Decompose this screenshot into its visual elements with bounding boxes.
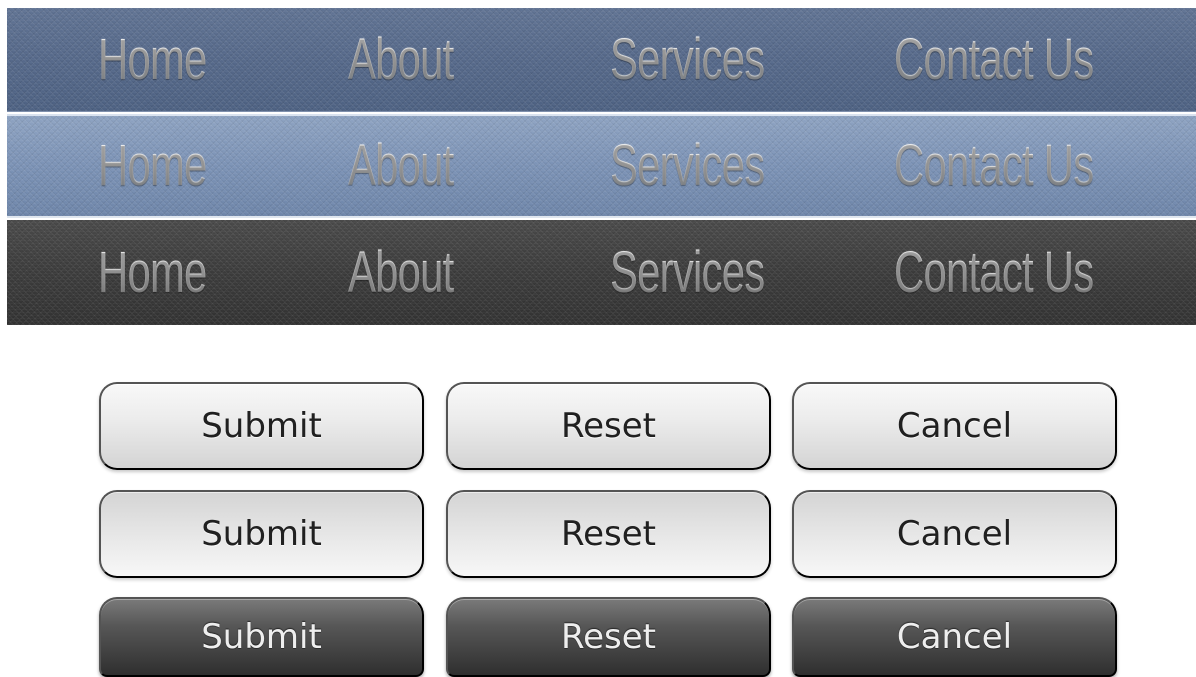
nav-item-home[interactable]: Home	[98, 137, 207, 195]
navbar-steel-blue: Home About Services Contact Us	[7, 8, 1196, 112]
submit-button[interactable]: Submit	[99, 382, 424, 470]
nav-item-services[interactable]: Services	[610, 30, 765, 89]
submit-button[interactable]: Submit	[99, 490, 424, 578]
nav-item-services[interactable]: Services	[610, 243, 765, 302]
navbar-charcoal: Home About Services Contact Us	[7, 220, 1196, 325]
reset-button[interactable]: Reset	[446, 490, 771, 578]
nav-item-about[interactable]: About	[348, 30, 454, 89]
nav-item-contact-us[interactable]: Contact Us	[894, 30, 1094, 89]
reset-button[interactable]: Reset	[446, 597, 771, 677]
nav-item-services[interactable]: Services	[610, 137, 765, 195]
reset-button[interactable]: Reset	[446, 382, 771, 470]
cancel-button[interactable]: Cancel	[792, 382, 1117, 470]
nav-item-home[interactable]: Home	[98, 30, 207, 89]
nav-item-contact-us[interactable]: Contact Us	[894, 243, 1094, 302]
nav-item-contact-us[interactable]: Contact Us	[894, 137, 1094, 195]
nav-item-about[interactable]: About	[348, 243, 454, 302]
nav-item-home[interactable]: Home	[98, 243, 207, 302]
navbar-light-blue: Home About Services Contact Us	[7, 114, 1196, 218]
cancel-button[interactable]: Cancel	[792, 597, 1117, 677]
nav-item-about[interactable]: About	[348, 137, 454, 195]
cancel-button[interactable]: Cancel	[792, 490, 1117, 578]
submit-button[interactable]: Submit	[99, 597, 424, 677]
